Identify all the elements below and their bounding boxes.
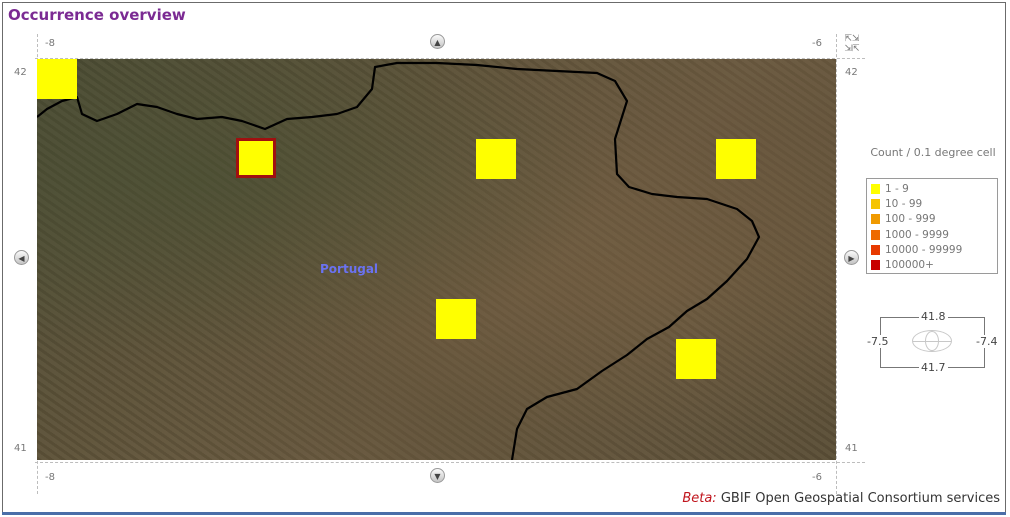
occurrence-cell-selected[interactable] bbox=[236, 138, 276, 178]
occurrence-cell[interactable] bbox=[436, 299, 476, 339]
pan-west-button[interactable]: ◀ bbox=[14, 250, 29, 265]
bbox-east: -7.4 bbox=[974, 335, 1000, 348]
beta-label: Beta: bbox=[682, 491, 717, 506]
globe-icon bbox=[912, 330, 952, 352]
legend-label: 10000 - 99999 bbox=[885, 243, 963, 256]
country-label: Portugal bbox=[320, 262, 379, 276]
pan-north-button[interactable]: ▲ bbox=[430, 34, 445, 49]
occurrence-cell[interactable] bbox=[476, 139, 516, 179]
bottom-bar bbox=[2, 512, 1006, 515]
bounding-box-widget: 41.8 41.7 -7.5 -7.4 bbox=[864, 308, 1004, 376]
legend-label: 10 - 99 bbox=[885, 197, 923, 210]
legend-item: 100 - 999 bbox=[871, 212, 993, 227]
border-lines bbox=[37, 61, 761, 460]
x-tick-bottom-west: -8 bbox=[45, 472, 55, 483]
legend-swatch bbox=[871, 198, 880, 209]
zoom-extent-icon[interactable]: ⇱⇲ ⇲⇱ bbox=[842, 34, 862, 54]
legend-swatch bbox=[871, 244, 880, 255]
y-tick-left-north: 42 bbox=[14, 67, 27, 78]
legend-swatch bbox=[871, 260, 880, 271]
legend-label: 1000 - 9999 bbox=[885, 228, 949, 241]
legend-item: 100000+ bbox=[871, 257, 993, 272]
footer: Beta: GBIF Open Geospatial Consortium se… bbox=[682, 491, 1000, 506]
legend-swatch bbox=[871, 229, 880, 240]
pan-south-button[interactable]: ▼ bbox=[430, 468, 445, 483]
legend-item: 1 - 9 bbox=[871, 181, 993, 196]
legend-swatch bbox=[871, 183, 880, 194]
satellite-map[interactable]: Portugal bbox=[37, 59, 836, 460]
y-tick-right-north: 42 bbox=[845, 67, 858, 78]
legend-item: 1000 - 9999 bbox=[871, 227, 993, 242]
grid-guide-right bbox=[836, 34, 837, 494]
occurrence-cell[interactable] bbox=[37, 59, 77, 99]
pan-east-button[interactable]: ▶ bbox=[844, 250, 859, 265]
legend-swatch bbox=[871, 214, 880, 225]
page-title: Occurrence overview bbox=[8, 6, 186, 24]
bbox-south: 41.7 bbox=[919, 361, 948, 374]
legend-label: 100 - 999 bbox=[885, 213, 936, 226]
x-tick-top-east: -6 bbox=[812, 38, 822, 49]
legend-item: 10 - 99 bbox=[871, 196, 993, 211]
legend-label: 1 - 9 bbox=[885, 182, 909, 195]
bbox-north: 41.8 bbox=[919, 310, 948, 323]
grid-guide-bottom bbox=[35, 462, 865, 463]
legend: 1 - 9 10 - 99 100 - 999 1000 - 9999 1000… bbox=[866, 178, 998, 274]
occurrence-cell[interactable] bbox=[716, 139, 756, 179]
x-tick-bottom-east: -6 bbox=[812, 472, 822, 483]
x-tick-top-west: -8 bbox=[45, 38, 55, 49]
y-tick-left-south: 41 bbox=[14, 443, 27, 454]
legend-title: Count / 0.1 degree cell bbox=[870, 146, 996, 159]
legend-label: 100000+ bbox=[885, 259, 934, 272]
y-tick-right-south: 41 bbox=[845, 443, 858, 454]
legend-item: 10000 - 99999 bbox=[871, 242, 993, 257]
occurrence-cell[interactable] bbox=[676, 339, 716, 379]
footer-text: GBIF Open Geospatial Consortium services bbox=[720, 491, 1000, 506]
bbox-west: -7.5 bbox=[865, 335, 891, 348]
